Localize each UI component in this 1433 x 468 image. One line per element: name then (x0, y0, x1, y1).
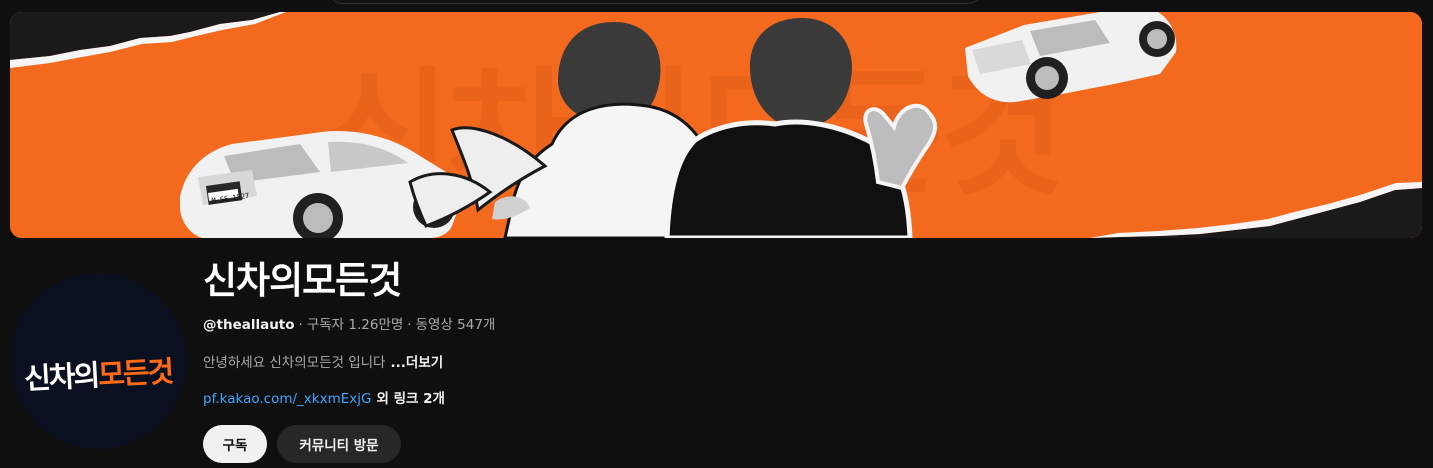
kakao-channel-link[interactable]: pf.kakao.com/_xkxmExjG (203, 391, 371, 407)
avatar-logo-orange-text: 모든것 (97, 354, 173, 393)
channel-description: 안녕하세요 신차의모든것 입니다 (203, 355, 386, 371)
channel-avatar[interactable]: 신차의모든것 (10, 273, 186, 449)
avatar-logo-white-text: 신차의 (23, 358, 100, 396)
channel-banner: 신차의모든것 M-SE 1527 (10, 12, 1422, 238)
channel-meta: @theallauto · 구독자 1.26만명 · 동영상 547개 (203, 315, 1203, 335)
channel-handle[interactable]: @theallauto (203, 317, 295, 333)
community-visit-button[interactable]: 커뮤니티 방문 (277, 425, 401, 463)
channel-header: 신차의모든것 신차의모든것 @theallauto · 구독자 1.26만명 · 동영상… (0, 238, 1433, 468)
channel-links-row: pf.kakao.com/_xkxmExjG 외 링크 2개 (203, 389, 1203, 409)
meta-separator: · (298, 317, 303, 333)
more-links-button[interactable]: 외 링크 2개 (376, 391, 444, 407)
description-more-link[interactable]: ...더보기 (390, 355, 443, 371)
subscribe-button[interactable]: 구독 (203, 425, 267, 463)
youtube-channel-page: 신차의모든것 M-SE 1527 (0, 0, 1433, 468)
video-count: 동영상 547개 (415, 317, 496, 333)
meta-separator: · (407, 317, 412, 333)
avatar-logo-text: 신차의모든것 (23, 348, 175, 398)
channel-description-row: 안녕하세요 신차의모든것 입니다 ...더보기 (203, 353, 1203, 373)
banner-artwork: 신차의모든것 M-SE 1527 (10, 12, 1422, 238)
search-bar-remnant[interactable] (328, 0, 982, 4)
subscriber-count: 구독자 1.26만명 (306, 317, 404, 333)
channel-action-buttons: 구독 커뮤니티 방문 (203, 425, 1203, 463)
channel-info: 신차의모든것 @theallauto · 구독자 1.26만명 · 동영상 547개 안… (203, 256, 1203, 463)
channel-title: 신차의모든것 (203, 259, 402, 302)
